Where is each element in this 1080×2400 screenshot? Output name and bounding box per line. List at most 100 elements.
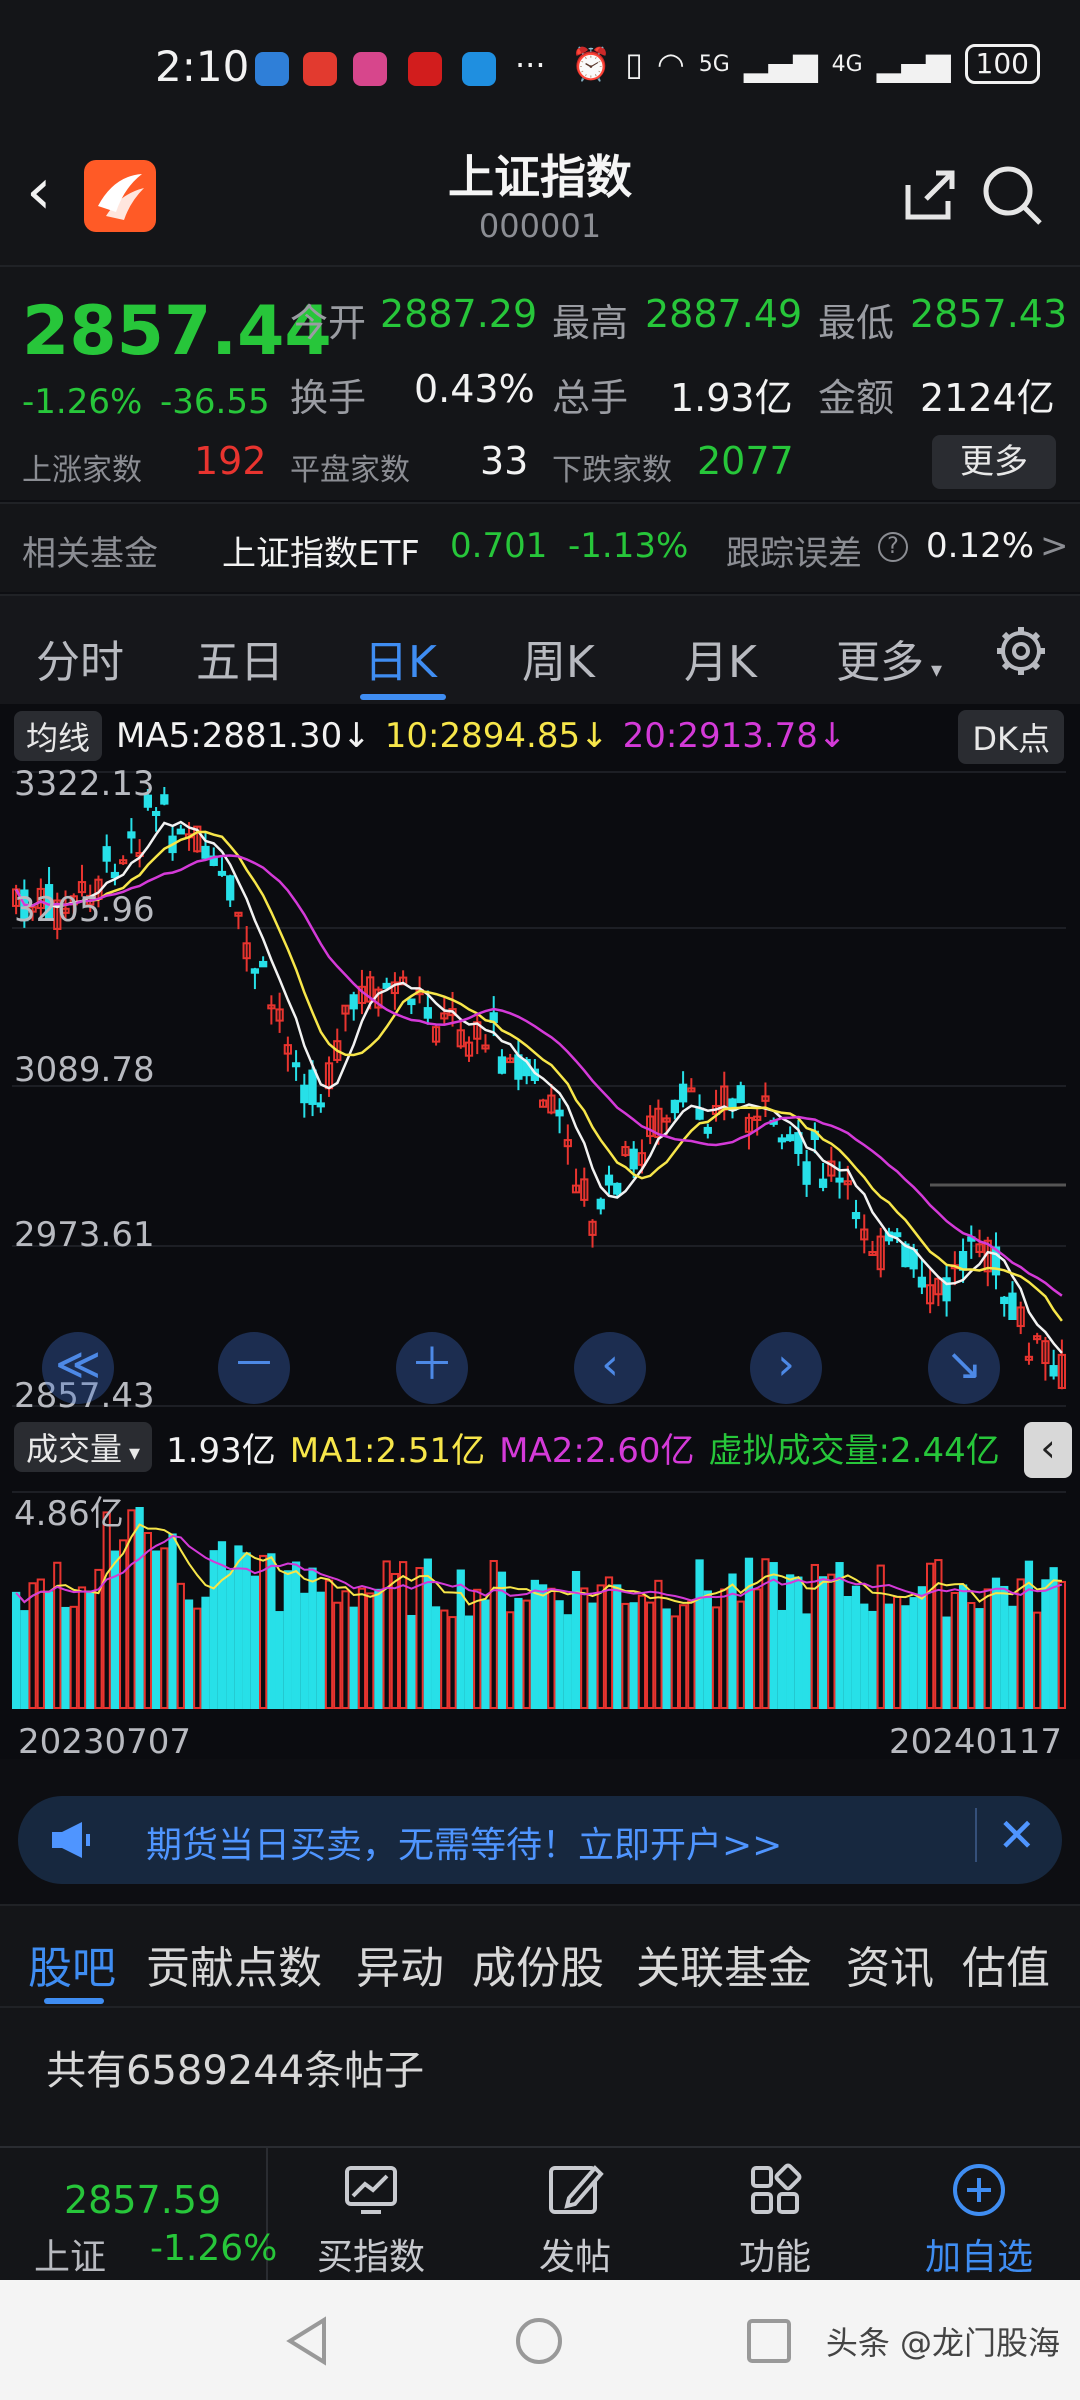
volume-bar (695, 1559, 704, 1709)
tab-valuation[interactable]: 估值 (962, 1932, 1050, 1996)
banner-text[interactable]: 期货当日买卖，无需等待！立即开户>> (146, 1816, 782, 1868)
candle-body (407, 998, 416, 1006)
volume-bar (596, 1584, 605, 1709)
mini-quote[interactable]: 2857.59 上证 -1.26% (0, 2148, 277, 2282)
virtual-volume-label: 虚拟成交量:2.44亿 (708, 1430, 1000, 1471)
tab-intraday[interactable]: 分时 (36, 626, 124, 690)
nav-back-icon[interactable] (284, 2316, 330, 2366)
volume-bar (242, 1552, 251, 1709)
candle-body (217, 870, 227, 876)
zoom-in-button[interactable]: ＋ (396, 1332, 468, 1404)
volume-bar (777, 1609, 787, 1709)
volume-bar (11, 1591, 21, 1709)
tab-related-funds[interactable]: 关联基金 (636, 1932, 812, 1996)
nav-home-icon[interactable] (514, 2316, 564, 2366)
low-label: 最低 (818, 301, 895, 345)
alarm-icon: ⏰ (571, 45, 612, 83)
volume-chart (11, 1491, 1067, 1710)
nav-recents-icon[interactable] (746, 2318, 792, 2364)
app-notification-icon (303, 52, 337, 86)
tab-more[interactable]: 更多 ▾ (836, 626, 942, 690)
volume-bar (259, 1554, 268, 1710)
tab-movements[interactable]: 异动 (356, 1932, 444, 1996)
tab-constituents[interactable]: 成份股 (472, 1932, 604, 1996)
down-count-label: 下跌家数 (552, 453, 672, 488)
volume-indicator-button[interactable]: 成交量 ▾ (14, 1422, 153, 1472)
volume-bar (851, 1585, 861, 1709)
ma-legend: 均线 MA5:2881.30↓ 10:2894.85↓ 20:2913.78↓ (14, 711, 846, 761)
related-fund-row[interactable]: 相关基金 上证指数ETF 0.701 -1.13% 跟踪误差 ? 0.12% > (0, 502, 1080, 592)
dk-point-button[interactable]: DK点 (958, 710, 1064, 764)
collapse-button[interactable]: ‹ (1024, 1422, 1072, 1478)
candle-body (300, 1084, 309, 1104)
tab-monthly-k[interactable]: 月K (684, 626, 757, 690)
y-tick-label: 3089.78 (14, 1050, 155, 1090)
volume-bar (234, 1545, 243, 1709)
ma5-label: MA5:2881.30↓ (116, 716, 371, 756)
tab-news[interactable]: 资讯 (846, 1932, 934, 1996)
scroll-left-button[interactable]: ‹ (574, 1332, 646, 1404)
volume-bar (909, 1597, 918, 1709)
fit-button[interactable]: ↘ (928, 1332, 1000, 1404)
volume-bar (86, 1592, 95, 1709)
add-watchlist-button[interactable]: 加自选 (904, 2160, 1054, 2280)
post-label: 发帖 (538, 2237, 611, 2278)
volume-bar (843, 1596, 852, 1709)
more-button[interactable]: 更多 (932, 435, 1056, 489)
candlestick-chart[interactable] (0, 760, 1080, 1420)
down-count: 2077 (697, 439, 794, 483)
volume-bar (720, 1588, 729, 1709)
search-icon[interactable] (980, 163, 1044, 227)
post-button[interactable]: 发帖 (500, 2160, 650, 2280)
y-tick-label: 3322.13 (14, 764, 155, 804)
candle-body (818, 1178, 828, 1188)
tab-five-day[interactable]: 五日 (196, 626, 284, 690)
edit-icon (549, 2165, 604, 2214)
volume-bar (604, 1576, 614, 1709)
volume-label: 总手 (552, 376, 629, 420)
functions-button[interactable]: 功能 (700, 2160, 850, 2280)
settings-icon[interactable] (994, 624, 1048, 678)
mini-price: 2857.59 (64, 2178, 222, 2222)
fund-name[interactable]: 上证指数ETF (222, 526, 420, 575)
volume-bar (530, 1579, 540, 1709)
volume-bar (28, 1582, 37, 1709)
volume-bar (917, 1586, 927, 1709)
share-icon[interactable] (900, 165, 960, 225)
content-tabs: 股吧 贡献点数 异动 成份股 关联基金 资讯 估值 (0, 1904, 1080, 2008)
volume-bar (135, 1507, 144, 1709)
amount-value: 2124亿 (920, 376, 1055, 420)
ma10-label: 10:2894.85↓ (384, 716, 609, 756)
signal-icon: ▂▄▆ (743, 45, 818, 83)
volume-bar (176, 1582, 185, 1709)
volume-bar (1000, 1585, 1009, 1709)
close-icon[interactable]: ✕ (975, 1808, 1036, 1862)
volume-bar (703, 1590, 712, 1709)
volume-bar (448, 1616, 457, 1709)
volume-bar (860, 1603, 869, 1709)
scroll-right-button[interactable]: › (750, 1332, 822, 1404)
buy-index-button[interactable]: 买指数 (296, 2160, 446, 2280)
promo-banner[interactable]: 期货当日买卖，无需等待！立即开户>> ✕ (18, 1796, 1062, 1884)
volume-bar (324, 1579, 334, 1709)
up-count: 192 (194, 439, 267, 483)
network-4g: 4G (831, 51, 863, 77)
zoom-out-button[interactable]: － (218, 1332, 290, 1404)
volume-bar (613, 1584, 622, 1709)
help-icon[interactable]: ? (878, 532, 908, 562)
candle-body (835, 1177, 844, 1183)
volume-bar (77, 1586, 87, 1709)
indicator-button[interactable]: 均线 (14, 711, 103, 761)
header: ‹ 上证指数 000001 (0, 135, 1080, 265)
volume-bar (580, 1587, 589, 1709)
tab-weekly-k[interactable]: 周K (522, 626, 595, 690)
rewind-button[interactable]: ≪ (42, 1332, 114, 1404)
post-count: 共有6589244条帖子 (46, 2048, 425, 2094)
open-value: 2887.29 (380, 292, 538, 336)
candle-body (102, 846, 111, 862)
tab-contribution[interactable]: 贡献点数 (146, 1932, 322, 1996)
tab-daily-k[interactable]: 日K (364, 626, 437, 690)
volume-bar (827, 1573, 836, 1710)
tab-forum[interactable]: 股吧 (28, 1932, 116, 1996)
flat-count-label: 平盘家数 (290, 453, 410, 488)
